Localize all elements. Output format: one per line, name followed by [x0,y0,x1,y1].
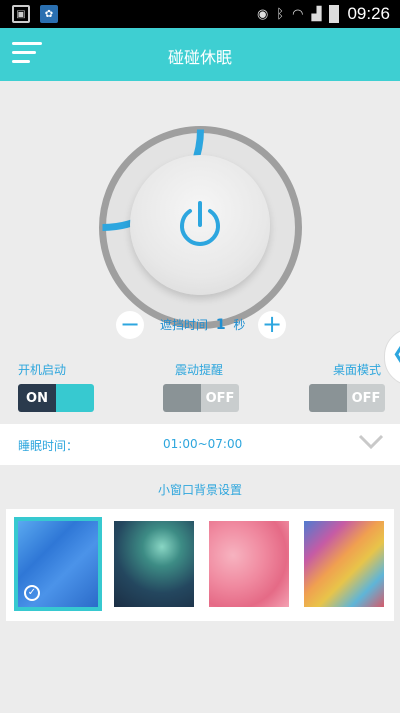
increase-button[interactable]: + [258,311,286,339]
app-icon: ✿ [40,5,58,23]
startup-toggle[interactable]: ON [18,384,94,412]
eye-icon: ◉ [256,6,269,22]
delay-unit: 秒 [233,318,246,332]
delay-value: 1 [215,317,226,333]
sleep-time-row[interactable]: 睡眠时间： 01:00~07:00 [0,424,400,465]
startup-toggle-knob [56,384,94,412]
vibrate-toggle-knob [163,384,201,412]
wifi-icon: ◠ [292,6,304,22]
desktop-mode-toggle-knob [309,384,347,412]
sleep-time-range: 01:00~07:00 [163,437,243,451]
page-title: 碰碰休眠 [167,48,232,67]
vibrate-toggle[interactable]: OFF [163,384,239,412]
sleep-time-label: 睡眠时间： [18,439,79,453]
signal-icon: ▟ [311,6,322,22]
desktop-mode-label: 桌面模式 [333,363,382,377]
power-button[interactable] [130,155,270,295]
colorful-geometric-thumbnail[interactable] [304,521,384,607]
delay-label: 遮挡时间 1 秒 [160,316,245,333]
background-settings-title: 小窗口背景设置 [157,483,242,497]
status-bar: ▣ ✿ ◉ ᛒ ◠ ▟ 09:26 [0,0,400,28]
pink-background-thumbnail[interactable] [209,521,289,607]
dark-green-nebula-thumbnail[interactable] [114,521,194,607]
chevron-left-icon: ❮ [392,343,400,364]
startup-label: 开机启动 [18,363,67,377]
vibrate-label: 震动提醒 [175,363,224,377]
desktop-mode-toggle[interactable]: OFF [309,384,385,412]
bluetooth-icon: ᛒ [276,6,285,22]
background-thumbnail-list: ✓ [6,509,394,621]
app-bar: 碰碰休眠 [0,28,400,81]
delay-setting: − 遮挡时间 1 秒 + [0,311,400,339]
battery-icon [329,5,340,23]
delay-label-prefix: 遮挡时间 [160,318,209,332]
vibrate-toggle-state: OFF [201,384,239,412]
desktop-mode-toggle-state: OFF [347,384,385,412]
startup-toggle-state: ON [18,384,56,412]
power-icon [180,201,220,246]
blue-background-thumbnail[interactable]: ✓ [14,517,102,611]
chevron-down-icon[interactable] [358,432,384,452]
check-icon: ✓ [24,585,40,601]
status-time: 09:26 [347,4,390,23]
decrease-button[interactable]: − [116,311,144,339]
image-icon: ▣ [12,5,30,23]
